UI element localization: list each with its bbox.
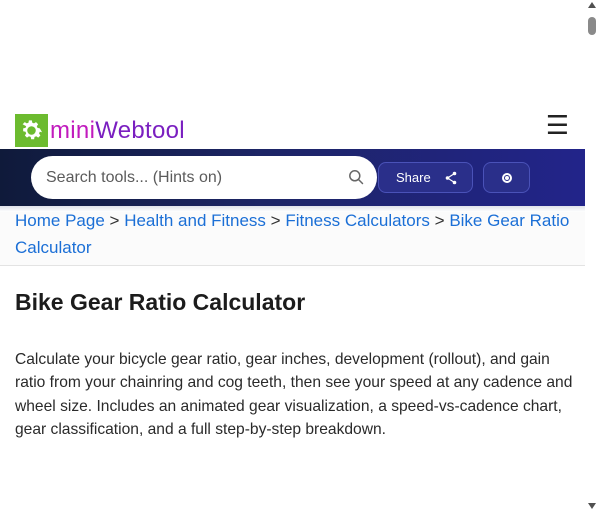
- search-band: Share: [0, 149, 585, 206]
- logo-webtool-text: Webtool: [95, 116, 185, 144]
- scroll-down-arrow-icon[interactable]: [588, 503, 596, 509]
- scroll-up-arrow-icon[interactable]: [588, 2, 596, 8]
- scroll-thumb[interactable]: [588, 17, 596, 35]
- vertical-scrollbar[interactable]: [585, 0, 600, 513]
- breadcrumb-health-fitness[interactable]: Health and Fitness: [124, 211, 266, 230]
- breadcrumb-separator: >: [434, 211, 445, 230]
- theme-toggle-button[interactable]: [483, 162, 530, 193]
- share-button[interactable]: Share: [378, 162, 473, 193]
- share-label: Share: [396, 170, 431, 185]
- search-input[interactable]: [46, 168, 326, 187]
- search-icon[interactable]: [348, 169, 364, 190]
- page-title: Bike Gear Ratio Calculator: [15, 289, 306, 315]
- breadcrumb-fitness-calculators[interactable]: Fitness Calculators: [285, 211, 430, 230]
- breadcrumb-home[interactable]: Home Page: [15, 211, 105, 230]
- breadcrumb-separator: >: [109, 211, 120, 230]
- search-box[interactable]: [31, 156, 377, 199]
- breadcrumb: Home Page > Health and Fitness > Fitness…: [15, 207, 575, 261]
- breadcrumb-divider: [0, 265, 585, 266]
- share-icon: [445, 171, 457, 188]
- hamburger-icon[interactable]: ☰: [546, 112, 569, 138]
- breadcrumb-separator: >: [270, 211, 281, 230]
- site-header: miniWebtool ☰: [0, 100, 585, 149]
- gear-logo-icon: [15, 114, 48, 147]
- site-logo[interactable]: miniWebtool: [15, 114, 185, 147]
- page-description: Calculate your bicycle gear ratio, gear …: [15, 351, 573, 438]
- page: miniWebtool ☰ Share: [0, 0, 585, 513]
- logo-mini-text: mini: [50, 116, 96, 144]
- logo-wordmark: miniWebtool: [50, 117, 185, 145]
- theme-toggle-icon: [501, 172, 512, 183]
